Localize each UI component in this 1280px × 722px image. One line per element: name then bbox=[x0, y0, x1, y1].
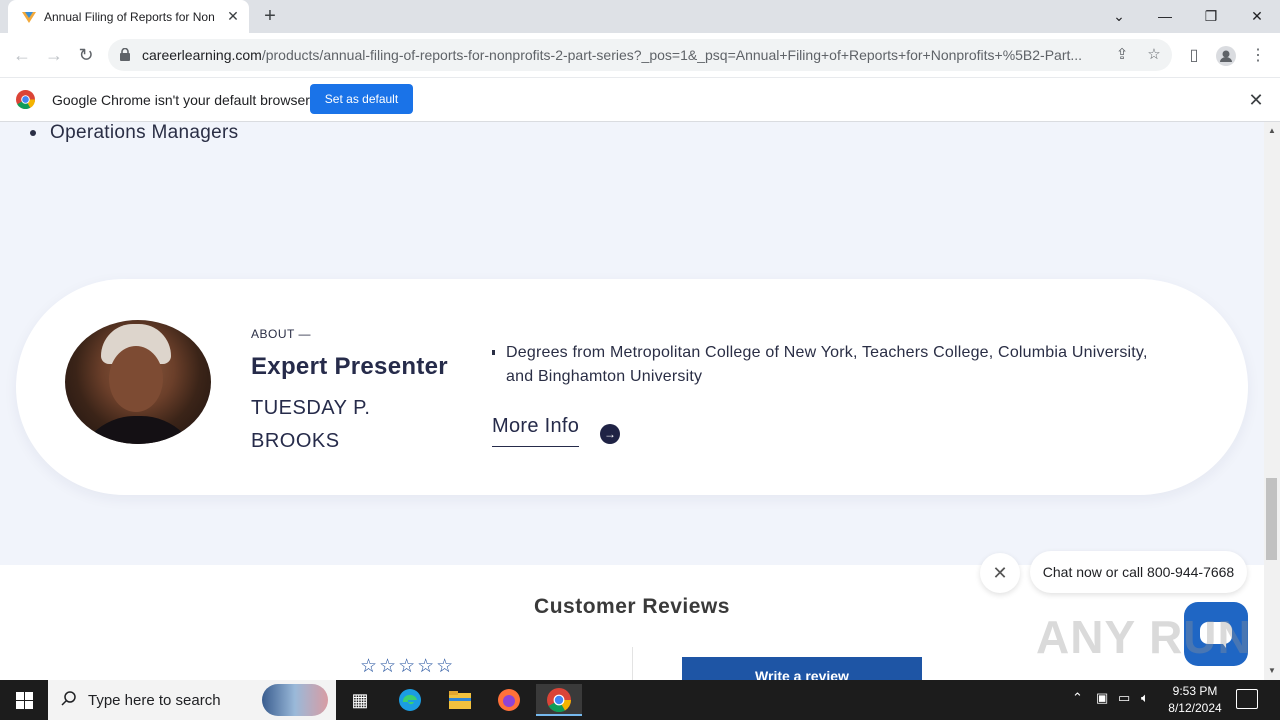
notifications-icon[interactable] bbox=[1236, 689, 1258, 709]
tab-title: Annual Filing of Reports for Non bbox=[44, 10, 215, 24]
menu-kebab-icon[interactable]: ⋮ bbox=[1246, 44, 1270, 68]
scrollbar-thumb[interactable] bbox=[1266, 478, 1277, 560]
back-arrow-icon[interactable]: ← bbox=[10, 44, 34, 68]
restore-button[interactable]: ❐ bbox=[1196, 4, 1226, 28]
url-text: careerlearning.com/products/annual-filin… bbox=[142, 47, 1083, 63]
list-item: Operations Managers bbox=[30, 122, 238, 144]
windows-start-icon[interactable] bbox=[0, 680, 48, 720]
device-icon[interactable]: ▣ bbox=[1096, 690, 1108, 706]
page-scrollbar[interactable]: ▲ ▼ bbox=[1264, 122, 1280, 680]
page-viewport: Operations Managers ABOUT — Expert Prese… bbox=[0, 122, 1264, 680]
chrome-taskbar-icon[interactable] bbox=[536, 684, 582, 716]
windows-taskbar: Type here to search ▦ ⌃ ▣ ▭ 🔈︎ 9:53 PM 8… bbox=[0, 680, 1280, 720]
browser-toolbar: ← → ↻ careerlearning.com/products/annual… bbox=[0, 33, 1280, 77]
side-panel-icon[interactable]: ▯ bbox=[1182, 44, 1206, 68]
default-browser-infobar: Google Chrome isn't your default browser… bbox=[0, 77, 1280, 122]
about-label: ABOUT — bbox=[251, 327, 311, 341]
chat-prompt-bubble[interactable]: Chat now or call 800-944-7668 bbox=[1030, 551, 1247, 593]
volume-icon[interactable]: 🔈︎ bbox=[1141, 690, 1149, 706]
edge-icon[interactable] bbox=[390, 684, 430, 716]
scroll-up-icon[interactable]: ▲ bbox=[1264, 124, 1280, 138]
tab-strip: Annual Filing of Reports for Non ✕ + ⌄ —… bbox=[0, 0, 1280, 33]
lock-icon bbox=[120, 48, 130, 61]
tab-close-icon[interactable]: ✕ bbox=[224, 7, 242, 25]
task-view-icon[interactable]: ▦ bbox=[340, 684, 380, 716]
rating-stars-icon: ☆☆☆☆☆ bbox=[360, 656, 456, 677]
file-explorer-icon[interactable] bbox=[440, 684, 480, 716]
browser-tab[interactable]: Annual Filing of Reports for Non ✕ bbox=[8, 0, 249, 33]
presenter-card: ABOUT — Expert Presenter TUESDAY P. BROO… bbox=[16, 279, 1248, 495]
firefox-icon[interactable] bbox=[489, 684, 529, 716]
more-info-link[interactable]: More Info bbox=[492, 415, 580, 447]
presenter-photo bbox=[65, 320, 211, 444]
infobar-message: Google Chrome isn't your default browser bbox=[52, 92, 310, 108]
search-highlight-image bbox=[262, 684, 328, 716]
presenter-degrees: Degrees from Metropolitan College of New… bbox=[492, 341, 1152, 389]
share-icon[interactable]: ⇪ bbox=[1112, 45, 1132, 65]
system-clock[interactable]: 9:53 PM 8/12/2024 bbox=[1160, 683, 1230, 717]
scroll-down-icon[interactable]: ▼ bbox=[1264, 664, 1280, 678]
search-icon bbox=[61, 691, 76, 706]
show-hidden-icons-icon[interactable]: ⌃ bbox=[1072, 690, 1083, 706]
reload-icon[interactable]: ↻ bbox=[74, 44, 98, 68]
clock-time: 9:53 PM bbox=[1172, 684, 1218, 698]
chat-close-icon[interactable]: ✕ bbox=[980, 553, 1020, 593]
minimize-button[interactable]: — bbox=[1150, 4, 1180, 28]
close-window-button[interactable]: ✕ bbox=[1242, 4, 1272, 28]
tab-search-icon[interactable]: ⌄ bbox=[1104, 4, 1134, 28]
chrome-logo-icon bbox=[16, 90, 35, 109]
watermark: ANY RUN bbox=[1036, 611, 1252, 663]
forward-arrow-icon[interactable]: → bbox=[42, 44, 66, 68]
profile-avatar-icon[interactable] bbox=[1214, 44, 1238, 68]
site-favicon-icon bbox=[22, 12, 36, 23]
presenter-title: Expert Presenter bbox=[251, 353, 448, 380]
infobar-close-icon[interactable]: ✕ bbox=[1246, 90, 1266, 110]
set-as-default-button[interactable]: Set as default bbox=[310, 84, 413, 114]
bookmark-star-icon[interactable]: ☆ bbox=[1144, 45, 1164, 65]
clock-date: 8/12/2024 bbox=[1168, 701, 1222, 715]
taskbar-search-box[interactable]: Type here to search bbox=[48, 680, 336, 720]
write-review-button[interactable]: Write a review bbox=[682, 657, 922, 680]
divider bbox=[632, 647, 633, 680]
arrow-right-icon[interactable]: → bbox=[600, 424, 620, 444]
network-icon[interactable]: ▭ bbox=[1118, 690, 1130, 706]
address-bar[interactable]: careerlearning.com/products/annual-filin… bbox=[108, 39, 1172, 71]
new-tab-button[interactable]: + bbox=[258, 5, 282, 29]
search-placeholder: Type here to search bbox=[88, 692, 221, 709]
presenter-name: TUESDAY P. BROOKS bbox=[251, 397, 371, 452]
